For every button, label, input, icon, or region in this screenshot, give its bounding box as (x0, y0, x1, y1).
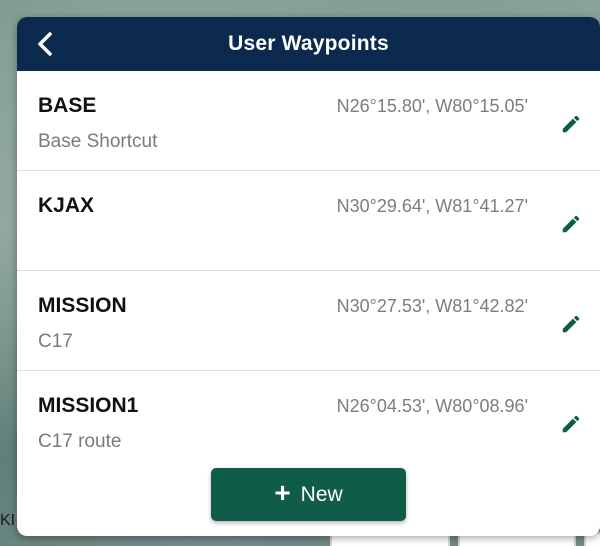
waypoint-name: BASE (38, 94, 97, 117)
pencil-icon (562, 215, 580, 233)
waypoint-coordinates: N30°27.53', W81°42.82' (336, 296, 528, 316)
map-label: KI (0, 512, 16, 529)
waypoint-description: Base Shortcut (38, 131, 158, 152)
back-button[interactable] (27, 25, 63, 63)
pencil-icon (562, 415, 580, 433)
waypoint-row[interactable]: KJAX N30°29.64', W81°41.27' (17, 171, 600, 271)
dialog-title: User Waypoints (228, 32, 389, 55)
plus-icon: + (274, 477, 291, 508)
edit-waypoint-button[interactable] (557, 410, 585, 438)
waypoint-coordinates: N26°15.80', W80°15.05' (336, 96, 528, 116)
waypoint-row[interactable]: BASE N26°15.80', W80°15.05' Base Shortcu… (17, 71, 600, 171)
new-button-label: New (300, 482, 343, 506)
user-waypoints-dialog: User Waypoints BASE N26°15.80', W80°15.0… (17, 17, 600, 536)
pencil-icon (562, 315, 580, 333)
waypoint-description: C17 route (38, 431, 122, 452)
waypoint-row[interactable]: MISSION1 N26°04.53', W80°08.96' C17 rout… (17, 371, 600, 471)
edit-waypoint-button[interactable] (557, 210, 585, 238)
chevron-left-icon (38, 32, 52, 56)
waypoint-row[interactable]: MISSION N30°27.53', W81°42.82' C17 (17, 271, 600, 371)
waypoint-coordinates: N30°29.64', W81°41.27' (336, 196, 528, 216)
waypoint-name: MISSION (38, 294, 127, 317)
dialog-header: User Waypoints (17, 17, 600, 71)
edit-waypoint-button[interactable] (557, 310, 585, 338)
waypoint-name: MISSION1 (38, 394, 139, 417)
new-waypoint-button[interactable]: + New (211, 468, 406, 521)
pencil-icon (562, 115, 580, 133)
waypoint-name: KJAX (38, 194, 95, 217)
waypoint-description: C17 (38, 331, 73, 352)
waypoint-list: BASE N26°15.80', W80°15.05' Base Shortcu… (17, 71, 600, 471)
edit-waypoint-button[interactable] (557, 110, 585, 138)
waypoint-coordinates: N26°04.53', W80°08.96' (336, 396, 528, 416)
